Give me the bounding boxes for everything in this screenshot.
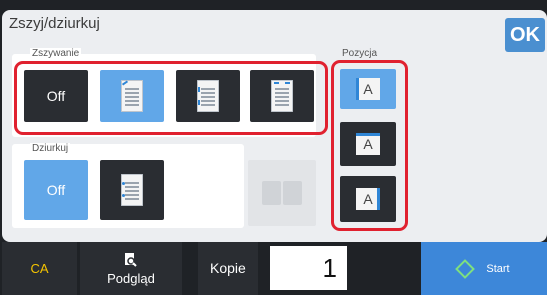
start-diamond-icon (455, 258, 476, 279)
clear-all-button[interactable]: CA (2, 242, 77, 295)
magnify-document-icon (125, 252, 137, 267)
position-options-highlight (331, 60, 408, 231)
page-title: Zszyj/dziurkuj (9, 15, 100, 32)
document-punch-holes-icon (121, 174, 143, 206)
booklet-button (248, 160, 316, 226)
punch-off-button[interactable]: Off (24, 160, 88, 220)
open-book-icon (262, 181, 302, 205)
copies-input[interactable]: 1 (270, 246, 347, 290)
preview-label: Podgląd (107, 270, 155, 286)
copies-label: Kopie (198, 242, 258, 295)
staple-options-highlight (14, 61, 328, 135)
start-button[interactable]: Start (421, 242, 547, 295)
ok-button[interactable]: OK (505, 18, 545, 52)
zszywanie-label: Zszywanie (30, 48, 82, 59)
start-label: Start (486, 262, 510, 275)
preview-button[interactable]: Podgląd (80, 242, 182, 295)
pozycja-label: Pozycja (340, 48, 380, 59)
punch-holes-button[interactable] (100, 160, 164, 220)
dziurkuj-label: Dziurkuj (30, 143, 71, 154)
